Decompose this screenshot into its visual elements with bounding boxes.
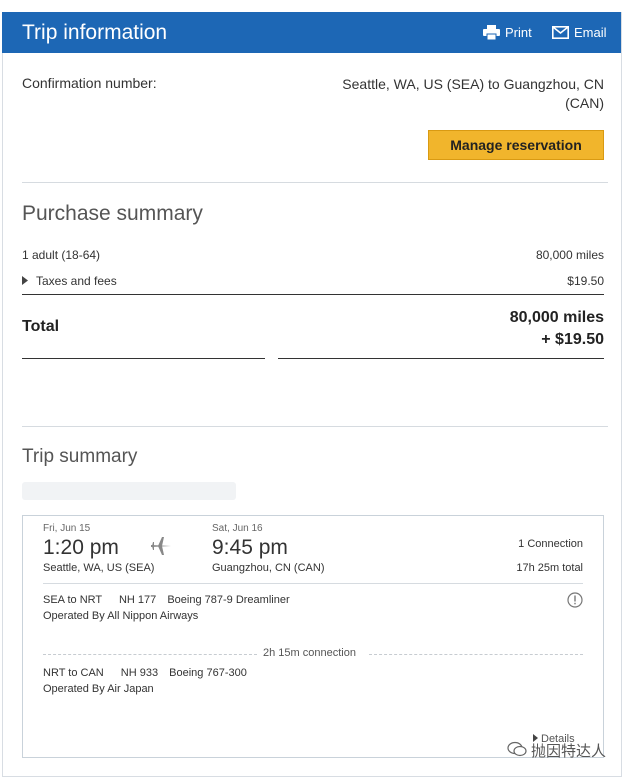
segment-2: NRT to CAN NH 933 Boeing 767-300 — [43, 667, 247, 679]
total-underline-right — [278, 358, 604, 359]
envelope-icon — [552, 26, 569, 39]
total-divider — [22, 294, 604, 295]
segment-aircraft: Boeing 787-9 Dreamliner — [167, 594, 290, 606]
divider — [22, 426, 608, 427]
confirmation-label: Confirmation number: — [22, 75, 157, 91]
total-miles: 80,000 miles — [509, 309, 604, 326]
segment-aircraft: Boeing 767-300 — [169, 667, 247, 679]
flight-card: Fri, Jun 15 1:20 pm Seattle, WA, US (SEA… — [22, 515, 604, 758]
email-label: Email — [574, 25, 607, 40]
segment-route: SEA to NRT — [43, 594, 102, 606]
chat-bubble-icon — [507, 741, 527, 761]
trip-summary-title: Trip summary — [22, 446, 138, 467]
header-bar: Trip information Print Email — [2, 12, 621, 53]
route-summary: Seattle, WA, US (SEA) to Guangzhou, CN (… — [304, 75, 604, 113]
depart-time: 1:20 pm — [43, 536, 119, 559]
taxes-value: $19.50 — [567, 274, 604, 288]
purchase-summary-title: Purchase summary — [22, 202, 203, 225]
segment-route: NRT to CAN — [43, 667, 104, 679]
manage-reservation-button[interactable]: Manage reservation — [428, 130, 604, 160]
segment-1-operator: Operated By All Nippon Airways — [43, 610, 199, 622]
arrive-date: Sat, Jun 16 — [212, 523, 263, 534]
depart-city: Seattle, WA, US (SEA) — [43, 562, 155, 574]
connection-count: 1 Connection — [518, 538, 583, 550]
total-duration: 17h 25m total — [516, 562, 583, 574]
watermark-text: 抛因特达人 — [530, 743, 606, 760]
print-label: Print — [505, 25, 532, 40]
print-button[interactable]: Print — [483, 25, 532, 40]
segment-flight: NH 177 — [118, 594, 157, 606]
watermark: 抛因特达人 — [507, 740, 606, 761]
layover-line-left — [43, 654, 257, 655]
adult-fare-label: 1 adult (18-64) — [22, 248, 101, 262]
divider — [22, 182, 608, 183]
info-icon[interactable] — [567, 592, 583, 613]
email-button[interactable]: Email — [552, 25, 607, 40]
arrive-city: Guangzhou, CN (CAN) — [212, 562, 325, 574]
segment-2-operator: Operated By Air Japan — [43, 683, 154, 695]
adult-fare-value: 80,000 miles — [535, 248, 604, 262]
taxes-label: Taxes and fees — [36, 274, 117, 288]
total-underline-left — [22, 358, 265, 359]
taxes-toggle[interactable]: Taxes and fees — [22, 274, 117, 288]
layover-line-right — [369, 654, 583, 655]
card-divider — [43, 583, 583, 584]
total-cash: + $19.50 — [541, 331, 604, 348]
arrive-time: 9:45 pm — [212, 536, 288, 559]
page-title: Trip information — [22, 21, 168, 44]
segment-1: SEA to NRT NH 177 Boeing 787-9 Dreamline… — [43, 594, 290, 606]
redacted-area — [22, 482, 236, 500]
airplane-icon — [151, 537, 171, 560]
caret-right-icon — [22, 274, 28, 288]
total-value: 80,000 miles + $19.50 — [510, 307, 604, 351]
layover-duration: 2h 15m connection — [263, 647, 356, 659]
printer-icon — [483, 25, 500, 40]
depart-date: Fri, Jun 15 — [43, 523, 91, 534]
route-line-2: (CAN) — [565, 95, 604, 111]
segment-flight: NH 933 — [120, 667, 159, 679]
route-line-1: Seattle, WA, US (SEA) to Guangzhou, CN — [342, 76, 604, 92]
total-label: Total — [22, 318, 60, 335]
